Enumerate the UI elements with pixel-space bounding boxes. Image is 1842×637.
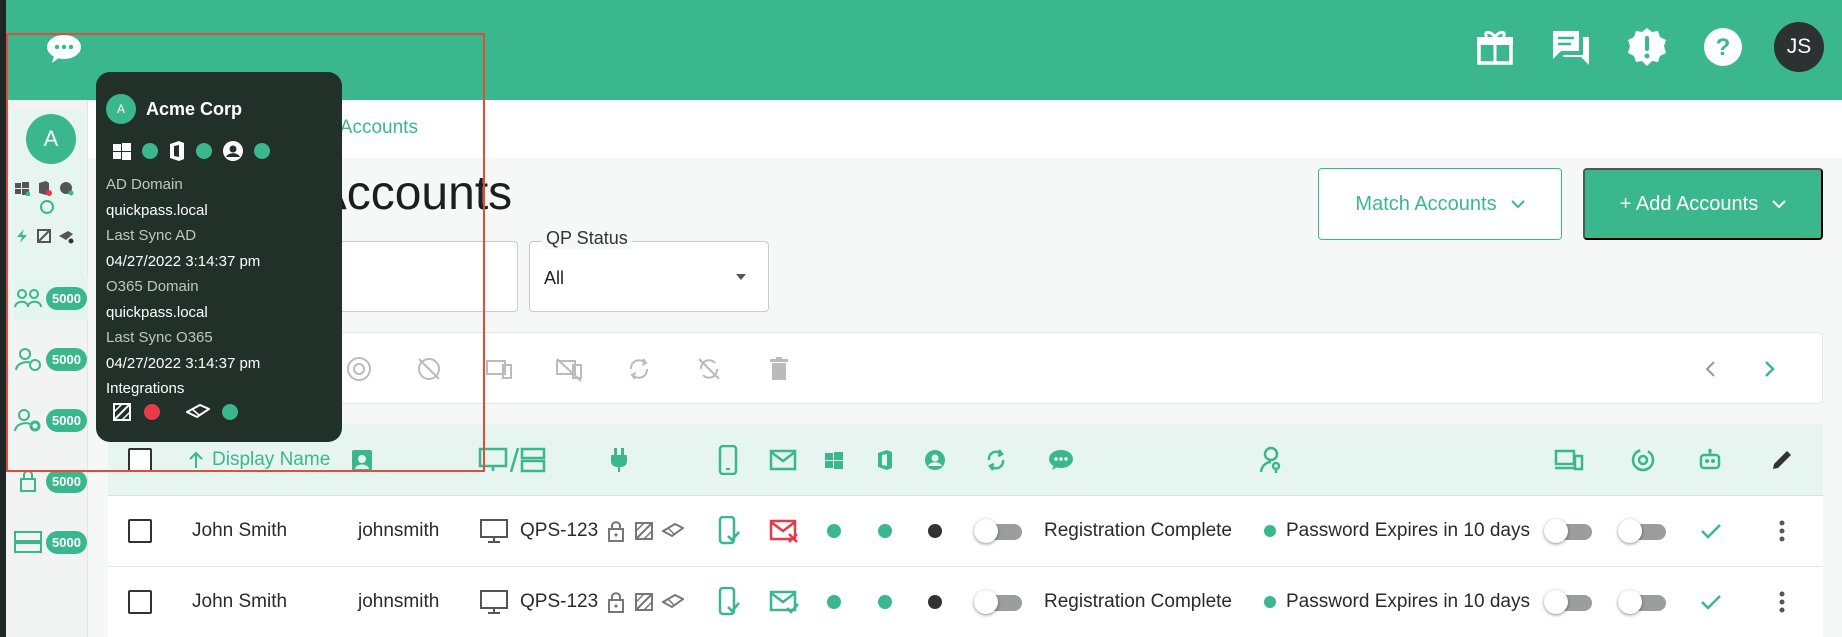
mfa-reset-column-icon[interactable] <box>1630 447 1656 473</box>
email-error-icon <box>769 519 798 543</box>
registration-status-cell: Registration Complete <box>1044 520 1232 541</box>
devices-toggle[interactable] <box>1544 519 1592 543</box>
chevron-down-icon <box>1510 200 1525 209</box>
device-name-cell: QPS-123 <box>520 591 599 612</box>
windows-status-dot <box>827 524 841 538</box>
mobile-phone-icon[interactable] <box>718 444 738 475</box>
integration-icon <box>635 522 653 540</box>
display-name-cell: John Smith <box>192 591 288 612</box>
sync-toggle[interactable] <box>974 590 1022 614</box>
messages-icon[interactable] <box>1546 22 1596 72</box>
windows-status-dot <box>827 595 841 609</box>
remove-device-icon[interactable] <box>555 355 583 383</box>
pencil-icon[interactable] <box>1770 448 1794 472</box>
password-status-cell: Password Expires in 10 days <box>1286 520 1530 541</box>
qp-status-label: QP Status <box>542 228 632 249</box>
add-accounts-label: + Add Accounts <box>1619 192 1759 215</box>
key-user-icon[interactable] <box>1258 446 1284 474</box>
sidebar-item-servers[interactable]: 5000 <box>14 520 88 564</box>
match-accounts-label: Match Accounts <box>1355 192 1497 215</box>
password-status-dot <box>1264 525 1276 537</box>
sync-column-icon[interactable] <box>984 447 1008 473</box>
office-status-dot <box>878 595 892 609</box>
chat-column-icon[interactable] <box>1048 449 1074 471</box>
table-row[interactable]: John Smith johnsmith QPS-123 Registratio… <box>108 496 1823 567</box>
qp-status-select[interactable]: QP Status All <box>529 228 769 312</box>
more-vertical-icon[interactable] <box>1778 519 1786 543</box>
desktop-icon <box>480 590 508 614</box>
mobile-verified-icon <box>718 587 740 616</box>
chevron-right-icon[interactable] <box>1755 355 1783 383</box>
table-row[interactable]: John Smith johnsmith QPS-123 Registratio… <box>108 567 1823 637</box>
devices-icon[interactable] <box>485 355 513 383</box>
sync-toggle[interactable] <box>974 519 1022 543</box>
office-icon[interactable] <box>876 449 894 471</box>
locked-count-badge: 5000 <box>46 469 87 493</box>
gift-icon[interactable] <box>1470 22 1520 72</box>
password-status-cell: Password Expires in 10 days <box>1286 591 1530 612</box>
more-vertical-icon[interactable] <box>1778 590 1786 614</box>
username-cell: johnsmith <box>358 520 440 541</box>
user-circle-icon[interactable] <box>924 449 946 471</box>
servers-count-badge: 5000 <box>46 530 87 554</box>
email-icon[interactable] <box>769 449 797 471</box>
device-name-cell: QPS-123 <box>520 520 599 541</box>
devices-column-icon[interactable] <box>1554 448 1584 472</box>
help-icon[interactable]: ? <box>1698 22 1748 72</box>
robot-icon[interactable] <box>1698 448 1722 472</box>
lock-icon <box>608 592 624 613</box>
desktop-icon <box>480 519 508 543</box>
identity-status-dot <box>928 524 942 538</box>
devices-toggle[interactable] <box>1544 590 1592 614</box>
checkmark-icon <box>1701 595 1721 610</box>
sync-off-icon[interactable] <box>695 355 723 383</box>
lock-icon <box>608 521 624 542</box>
psa-icon <box>662 593 684 609</box>
windows-icon[interactable] <box>824 450 844 470</box>
chevron-down-icon <box>1772 200 1786 209</box>
mfa-toggle[interactable] <box>1618 590 1666 614</box>
add-accounts-button[interactable]: + Add Accounts <box>1583 168 1823 240</box>
identity-status-dot <box>928 595 942 609</box>
device-server-icon[interactable] <box>478 446 546 474</box>
checkmark-icon <box>1701 524 1721 539</box>
highlight-frame <box>6 33 485 472</box>
password-status-dot <box>1264 596 1276 608</box>
chevron-left-icon[interactable] <box>1697 355 1725 383</box>
trash-icon[interactable] <box>765 355 793 383</box>
display-name-cell: John Smith <box>192 520 288 541</box>
server-icon <box>14 531 42 553</box>
svg-text:?: ? <box>1716 34 1731 61</box>
plug-icon[interactable] <box>610 447 628 473</box>
username-cell: johnsmith <box>358 591 440 612</box>
office-status-dot <box>878 524 892 538</box>
user-avatar[interactable]: JS <box>1774 22 1824 72</box>
qp-status-value: All <box>544 268 565 288</box>
row-checkbox[interactable] <box>128 519 152 543</box>
alert-badge-icon[interactable] <box>1622 22 1672 72</box>
registration-status-cell: Registration Complete <box>1044 591 1232 612</box>
sync-icon[interactable] <box>625 355 653 383</box>
caret-down-icon <box>736 274 746 280</box>
mobile-verified-icon <box>718 516 740 545</box>
psa-icon <box>662 522 684 538</box>
row-checkbox[interactable] <box>128 590 152 614</box>
match-accounts-button[interactable]: Match Accounts <box>1318 168 1562 240</box>
email-verified-icon <box>769 590 799 614</box>
mfa-toggle[interactable] <box>1618 519 1666 543</box>
integration-icon <box>635 593 653 611</box>
